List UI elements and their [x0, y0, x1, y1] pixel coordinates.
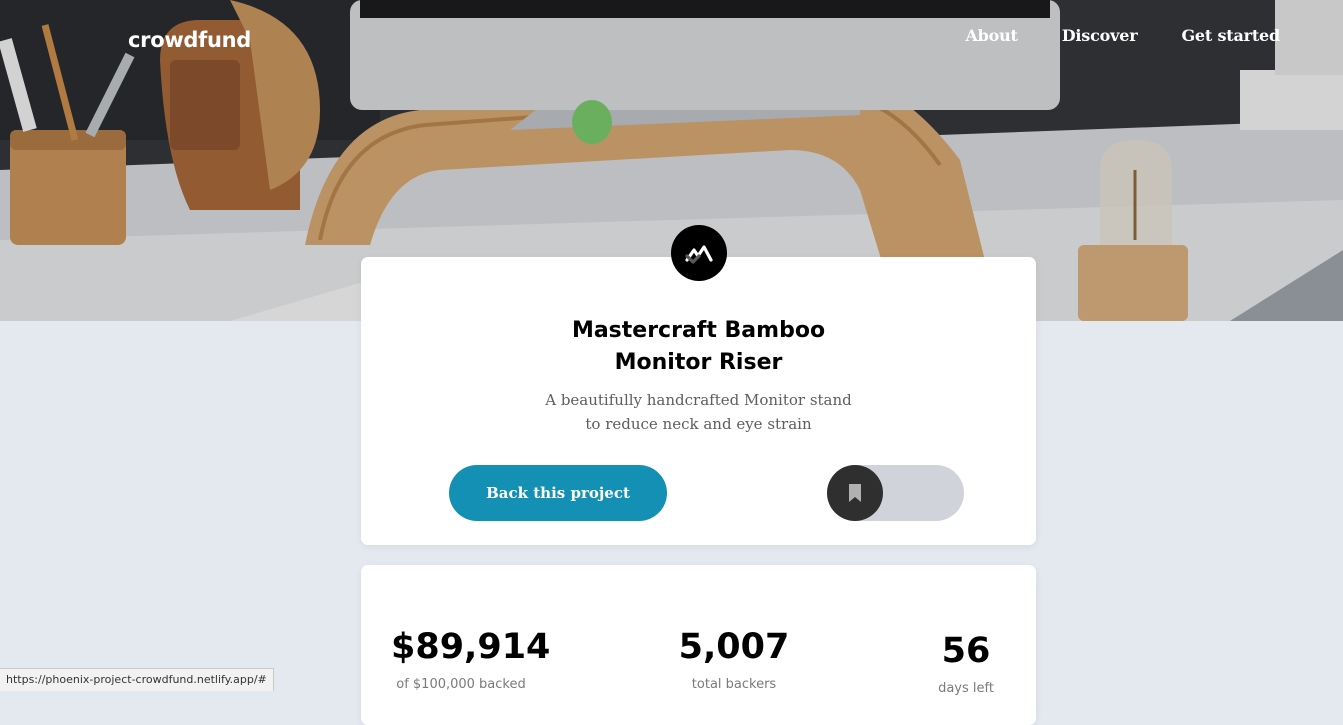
stat-days-label: days left — [938, 681, 994, 696]
project-title: Mastercraft Bamboo Monitor Riser — [571, 318, 826, 375]
bookmark-icon — [849, 484, 861, 502]
stat-backed-label: of $100,000 backed — [396, 677, 526, 692]
stat-days: 56 days left — [921, 629, 1011, 696]
nav-about-link[interactable]: About — [965, 26, 1018, 45]
browser-status-bar: https://phoenix-project-crowdfund.netlif… — [0, 668, 274, 691]
stat-backed-value: $89,914 — [391, 627, 551, 667]
site-logo[interactable]: crowdfund — [128, 28, 251, 52]
bookmark-toggle[interactable] — [827, 465, 964, 521]
stat-backers: 5,007 total backers — [674, 625, 794, 692]
project-card: Mastercraft Bamboo Monitor Riser A beaut… — [361, 225, 1036, 545]
stat-days-value: 56 — [941, 631, 991, 671]
stat-backers-label: total backers — [691, 677, 777, 692]
main-nav: About Discover Get started — [965, 26, 1280, 45]
stat-backers-value: 5,007 — [678, 627, 790, 667]
project-description: A beautifully handcrafted Monitor stand … — [545, 391, 852, 433]
stat-backed: $89,914 of $100,000 backed — [391, 625, 551, 692]
mastercraft-logo-icon — [671, 225, 727, 281]
nav-discover-link[interactable]: Discover — [1062, 26, 1138, 45]
bookmark-knob[interactable] — [827, 465, 883, 521]
stats-card: $89,914 of $100,000 backed 5,007 total b… — [361, 565, 1036, 725]
nav-get-started-link[interactable]: Get started — [1181, 26, 1280, 45]
back-project-button[interactable]: Back this project — [449, 465, 667, 521]
